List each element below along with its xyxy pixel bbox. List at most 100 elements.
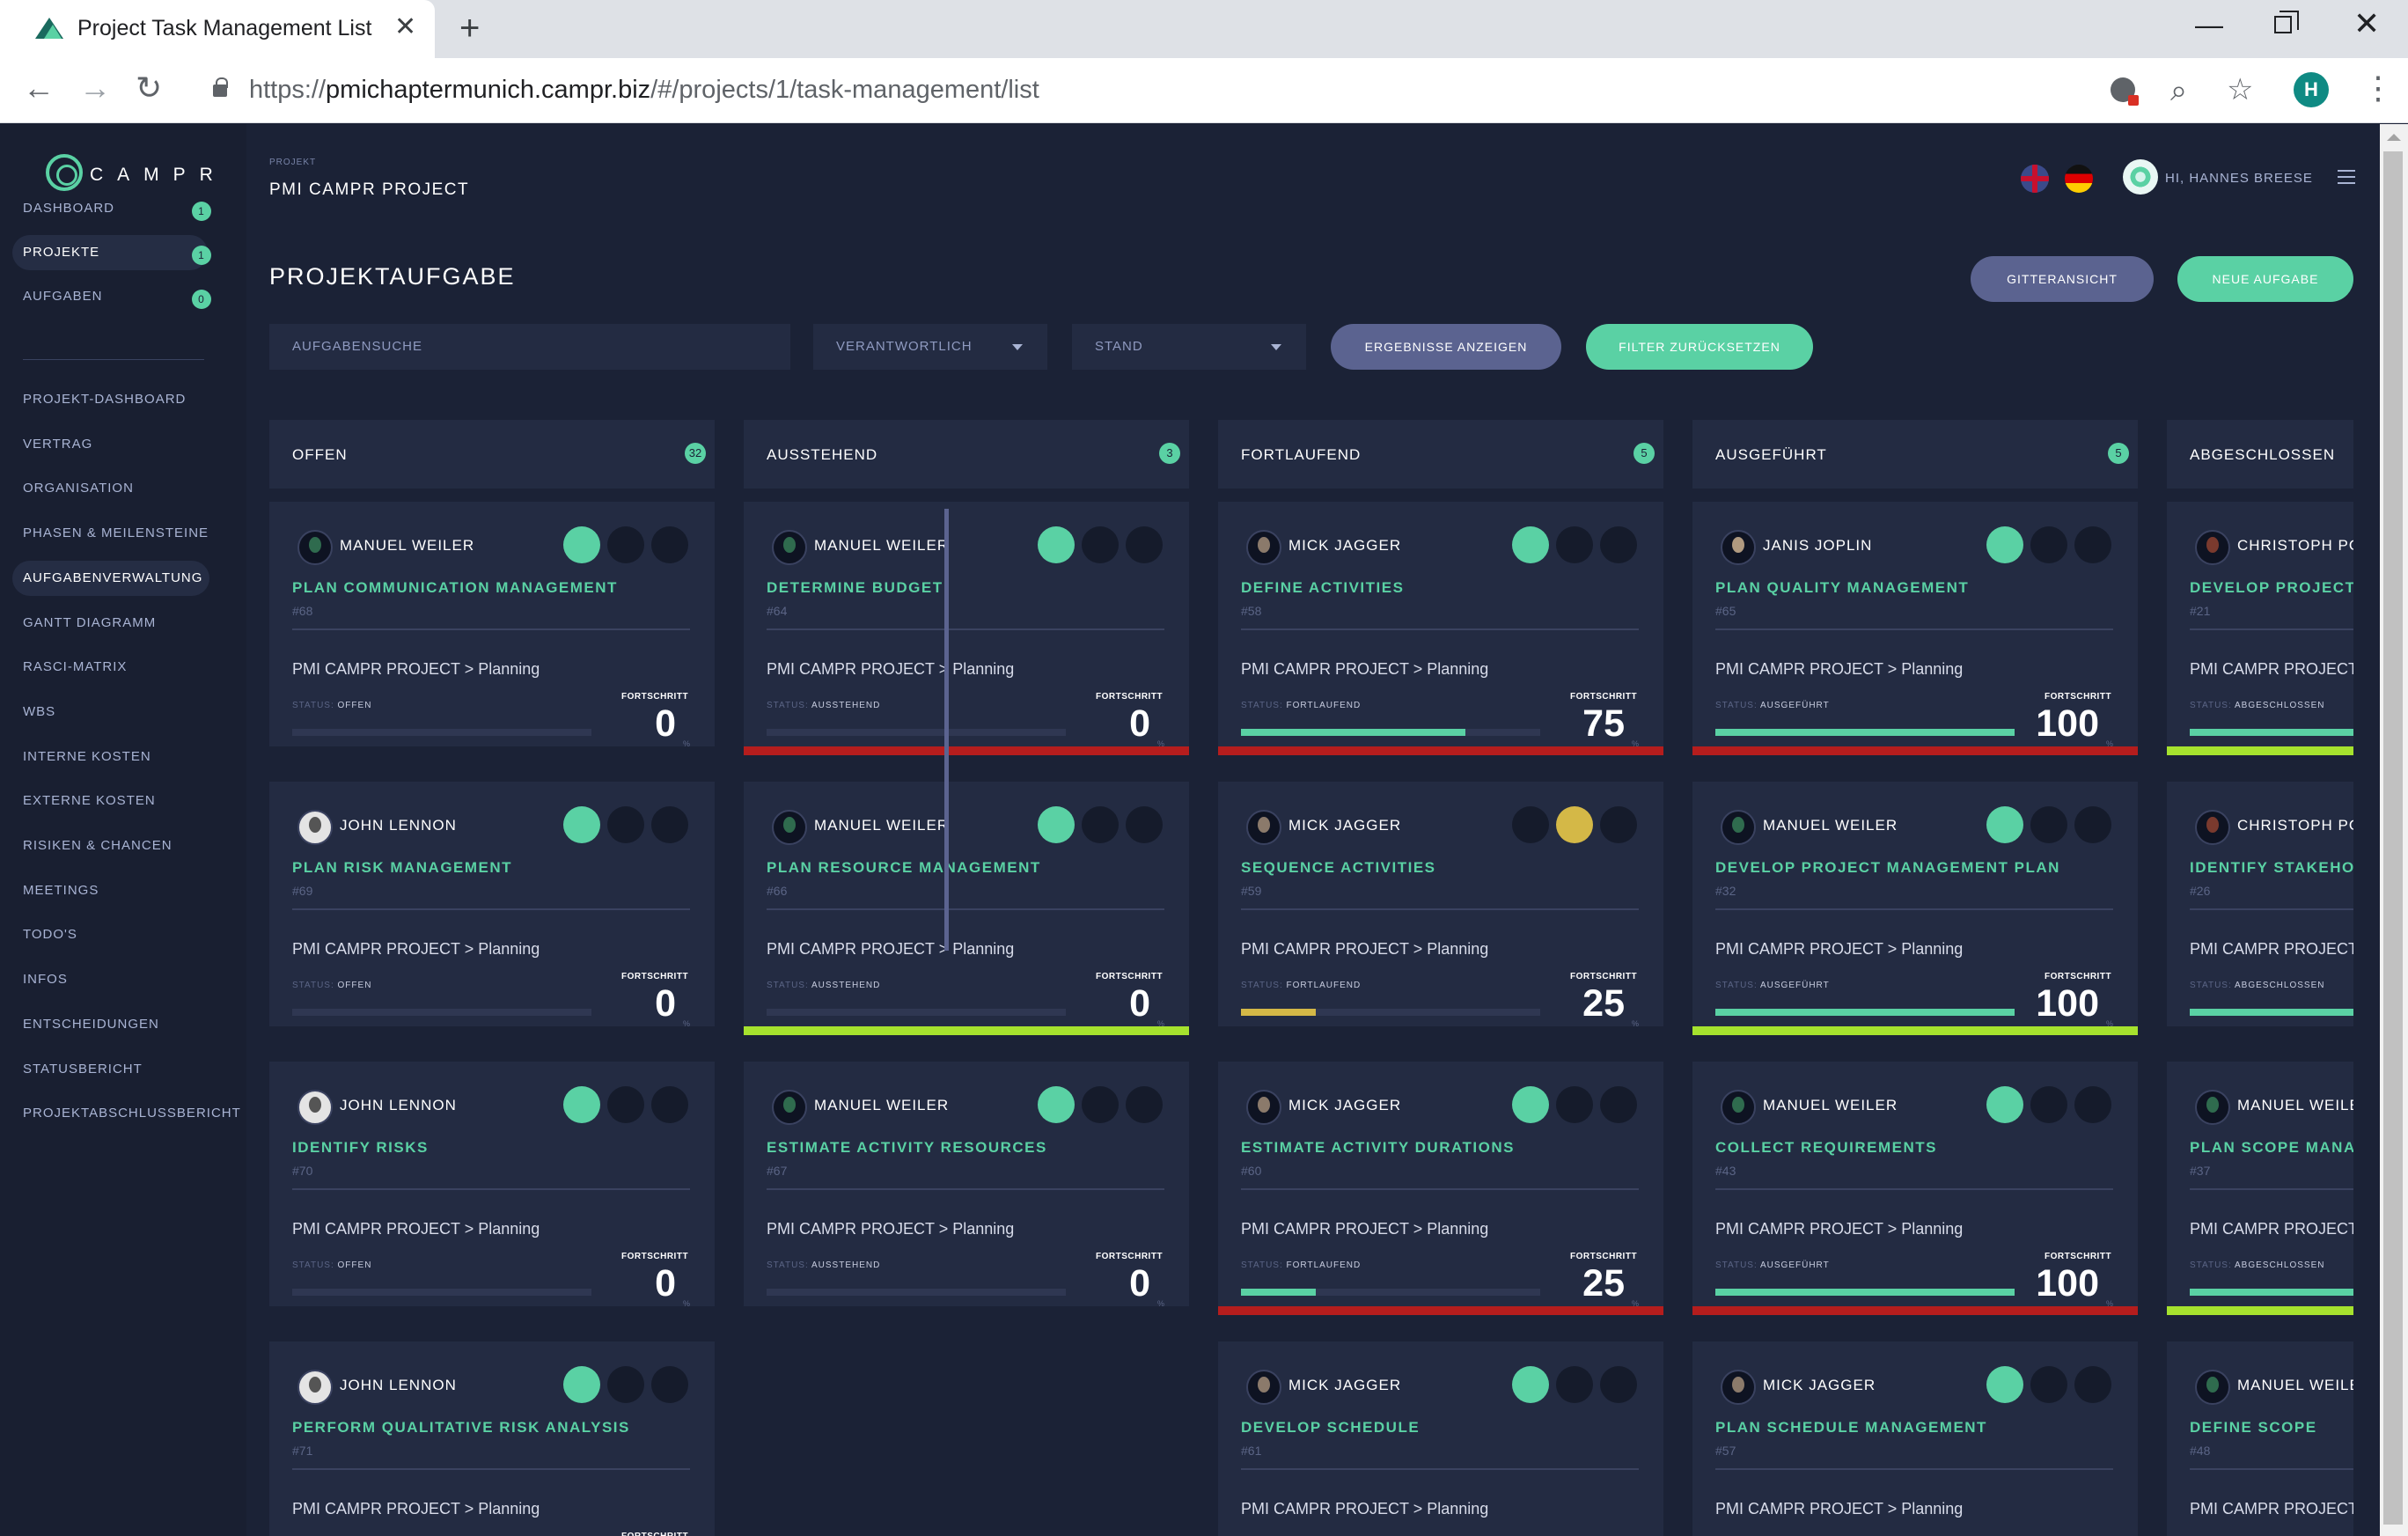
sidebar-item-projektabschlussbericht[interactable]: PROJEKTABSCHLUSSBERICHT	[12, 1096, 240, 1131]
task-title[interactable]: IDENTIFY STAKEHOL	[2190, 859, 2353, 877]
reload-icon[interactable]: ↻	[136, 70, 162, 106]
assignee-name[interactable]: MANUEL WEILER	[814, 537, 949, 555]
traffic-light-dot[interactable]	[651, 526, 688, 563]
traffic-light-dot[interactable]	[2074, 526, 2111, 563]
sidebar-item-infos[interactable]: INFOS	[12, 962, 232, 997]
task-title[interactable]: COLLECT REQUIREMENTS	[1715, 1139, 1937, 1157]
traffic-light-dot[interactable]	[1126, 806, 1163, 843]
profile-avatar[interactable]: H	[2294, 72, 2329, 107]
traffic-light-dot[interactable]	[1512, 806, 1549, 843]
sidebar-item-interne-kosten[interactable]: INTERNE KOSTEN	[12, 739, 232, 775]
traffic-light-dot[interactable]	[1082, 526, 1119, 563]
user-avatar[interactable]	[297, 1370, 333, 1405]
sidebar-item-aufgaben[interactable]: AUFGABEN 0	[12, 279, 224, 314]
traffic-light-dot[interactable]	[1986, 1086, 2023, 1123]
task-title[interactable]: DEFINE ACTIVITIES	[1241, 579, 1404, 597]
bookmark-star-icon[interactable]: ☆	[2227, 72, 2253, 107]
minimize-icon[interactable]: —	[2195, 9, 2223, 41]
sidebar-item-projekte[interactable]: PROJEKTE 1	[12, 235, 211, 270]
task-title[interactable]: DEVELOP PROJECT C	[2190, 579, 2353, 597]
traffic-light-dot[interactable]	[1082, 1086, 1119, 1123]
user-avatar[interactable]	[297, 810, 333, 845]
assignee-name[interactable]: MANUEL WEILER	[340, 537, 474, 555]
user-avatar[interactable]	[1721, 530, 1756, 565]
traffic-light-dot[interactable]	[2074, 1086, 2111, 1123]
task-card[interactable]: JOHN LENNON PLAN RISK MANAGEMENT #69 PMI CA…	[269, 782, 715, 1028]
assignee-name[interactable]: MANUEL WEILER	[2237, 1377, 2353, 1394]
traffic-light-dot[interactable]	[2030, 1366, 2067, 1403]
traffic-light-dot[interactable]	[2030, 806, 2067, 843]
user-avatar[interactable]	[1721, 1370, 1756, 1405]
traffic-light-dot[interactable]	[1986, 526, 2023, 563]
assignee-name[interactable]: JOHN LENNON	[340, 1377, 457, 1394]
traffic-light-dot[interactable]	[607, 1366, 644, 1403]
traffic-light-dot[interactable]	[2030, 526, 2067, 563]
user-avatar[interactable]	[1246, 1370, 1281, 1405]
forward-icon[interactable]: →	[79, 70, 111, 106]
zoom-icon[interactable]: ⌕	[2170, 74, 2187, 108]
traffic-light-dot[interactable]	[1556, 1086, 1593, 1123]
menu-icon[interactable]	[2338, 170, 2355, 184]
sidebar-item-phasen-meilensteine[interactable]: PHASEN & MEILENSTEINE	[12, 516, 232, 551]
user-avatar[interactable]	[1246, 1090, 1281, 1125]
responsible-select[interactable]: VERANTWORTLICH	[813, 324, 1047, 370]
assignee-name[interactable]: MICK JAGGER	[1288, 537, 1401, 555]
user-avatar[interactable]	[2123, 159, 2158, 195]
task-card[interactable]: MICK JAGGER DEFINE ACTIVITIES #58 PMI CAMPR…	[1218, 502, 1663, 755]
traffic-light-dot[interactable]	[1512, 526, 1549, 563]
task-search-input[interactable]	[269, 324, 790, 370]
traffic-light-dot[interactable]	[1512, 1086, 1549, 1123]
sidebar-item-wbs[interactable]: WBS	[12, 695, 232, 730]
task-card[interactable]: MANUEL WEILER DEVELOP PROJECT MANAGEMENT …	[1692, 782, 2138, 1035]
task-title[interactable]: DEVELOP SCHEDULE	[1241, 1419, 1420, 1437]
traffic-light-dot[interactable]	[1082, 806, 1119, 843]
traffic-light-dot[interactable]	[2074, 806, 2111, 843]
sidebar-item-meetings[interactable]: MEETINGS	[12, 873, 232, 908]
grid-view-button[interactable]: GITTERANSICHT	[1971, 256, 2154, 302]
task-title[interactable]: PERFORM QUALITATIVE RISK ANALYSIS	[292, 1419, 630, 1437]
traffic-light-dot[interactable]	[607, 1086, 644, 1123]
assignee-name[interactable]: JOHN LENNON	[340, 1097, 457, 1114]
assignee-name[interactable]: MANUEL WEILER	[814, 817, 949, 834]
user-avatar[interactable]	[2195, 810, 2230, 845]
back-icon[interactable]: ←	[23, 70, 55, 106]
reset-filter-button[interactable]: FILTER ZURÜCKSETZEN	[1586, 324, 1813, 370]
assignee-name[interactable]: MICK JAGGER	[1763, 1377, 1876, 1394]
assignee-name[interactable]: MICK JAGGER	[1288, 817, 1401, 834]
task-card[interactable]: MANUEL WEILER PLAN RESOURCE MANAGEMENT #66…	[744, 782, 1189, 1035]
traffic-light-dot[interactable]	[2074, 1366, 2111, 1403]
traffic-light-dot[interactable]	[607, 526, 644, 563]
traffic-light-dot[interactable]	[563, 806, 600, 843]
user-avatar[interactable]	[772, 1090, 807, 1125]
user-avatar[interactable]	[2195, 1090, 2230, 1125]
user-avatar[interactable]	[297, 1090, 333, 1125]
task-card[interactable]: MICK JAGGER ESTIMATE ACTIVITY DURATIONS #6…	[1218, 1062, 1663, 1315]
task-card[interactable]: JOHN LENNON IDENTIFY RISKS #70 PMI CAMPR PR…	[269, 1062, 715, 1308]
task-title[interactable]: ESTIMATE ACTIVITY DURATIONS	[1241, 1139, 1515, 1157]
task-title[interactable]: SEQUENCE ACTIVITIES	[1241, 859, 1436, 877]
traffic-light-dot[interactable]	[1556, 1366, 1593, 1403]
task-title[interactable]: DEFINE SCOPE	[2190, 1419, 2317, 1437]
traffic-light-dot[interactable]	[1556, 526, 1593, 563]
traffic-light-dot[interactable]	[1126, 526, 1163, 563]
lock-icon[interactable]	[213, 77, 228, 97]
task-card[interactable]: MICK JAGGER PLAN SCHEDULE MANAGEMENT #57 PM…	[1692, 1341, 2138, 1536]
show-results-button[interactable]: ERGEBNISSE ANZEIGEN	[1331, 324, 1561, 370]
restore-icon[interactable]	[2274, 11, 2299, 33]
task-title[interactable]: PLAN RESOURCE MANAGEMENT	[767, 859, 1041, 877]
traffic-light-dot[interactable]	[1600, 806, 1637, 843]
user-avatar[interactable]	[1721, 810, 1756, 845]
assignee-name[interactable]: MANUEL WEILER	[1763, 817, 1898, 834]
traffic-light-dot[interactable]	[1038, 526, 1075, 563]
task-card[interactable]: MICK JAGGER SEQUENCE ACTIVITIES #59 PMI CAM…	[1218, 782, 1663, 1028]
browser-menu-icon[interactable]: ⋮	[2362, 70, 2394, 106]
scroll-up-icon[interactable]	[2387, 134, 2401, 141]
task-card[interactable]: CHRISTOPH POI IDENTIFY STAKEHOL #26 PMI CAM…	[2167, 782, 2353, 1026]
traffic-light-dot[interactable]	[563, 1366, 600, 1403]
close-window-icon[interactable]: ✕	[2353, 5, 2380, 42]
traffic-light-dot[interactable]	[2030, 1086, 2067, 1123]
column-scrollbar[interactable]	[944, 509, 949, 951]
assignee-name[interactable]: MICK JAGGER	[1288, 1377, 1401, 1394]
assignee-name[interactable]: CHRISTOPH POI	[2237, 817, 2353, 834]
english-flag-icon[interactable]	[2021, 165, 2049, 193]
